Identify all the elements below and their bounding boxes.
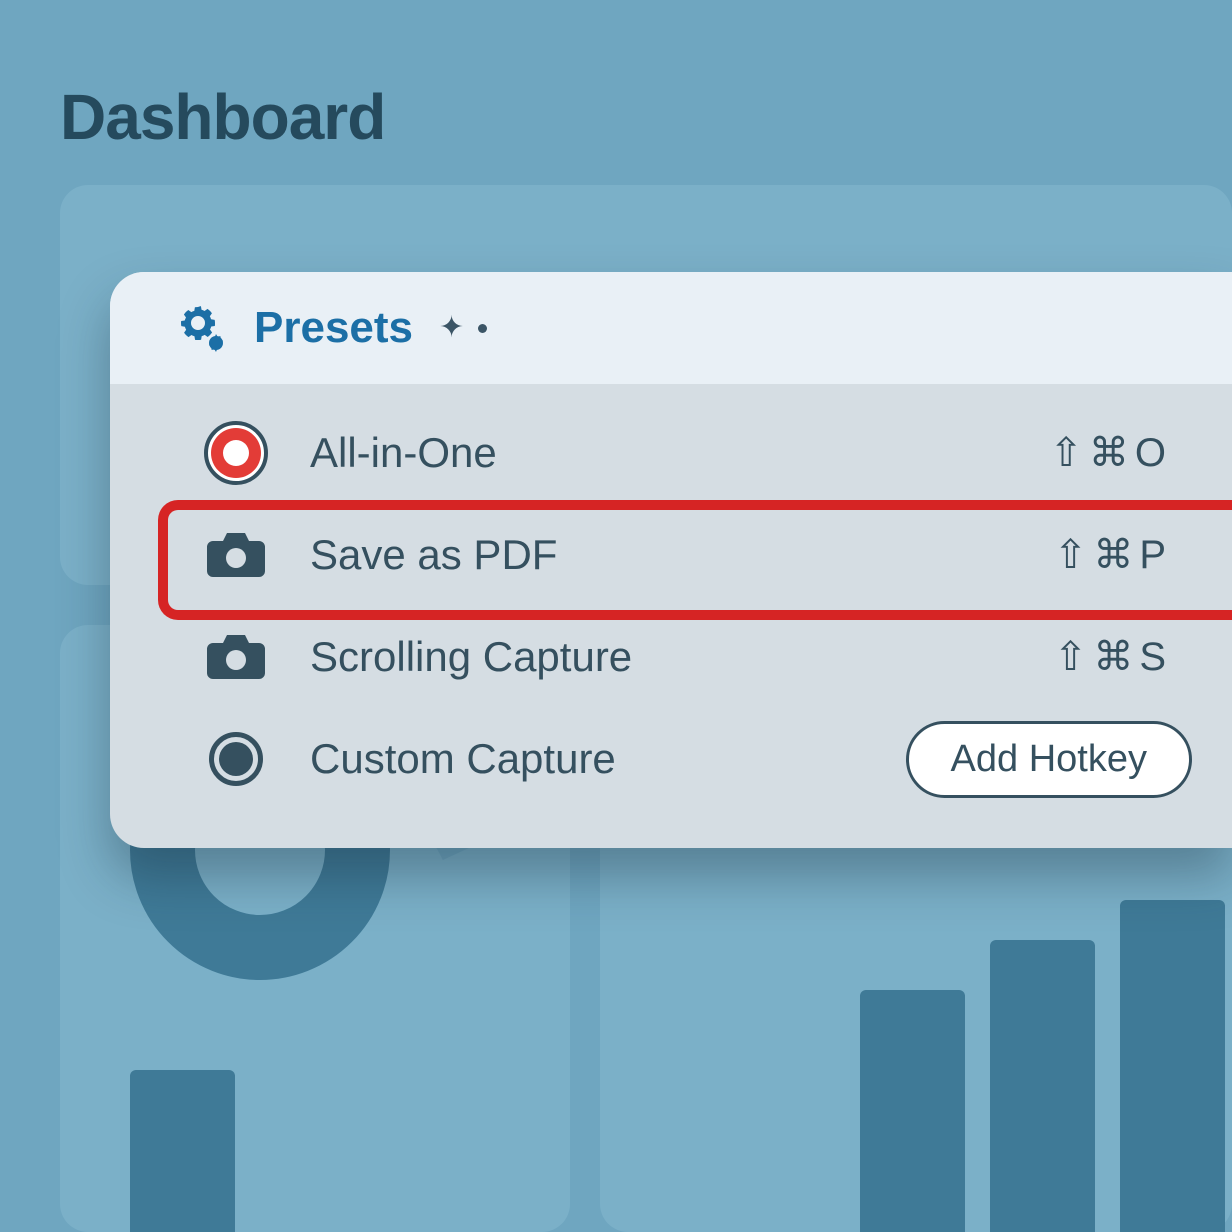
camera-icon bbox=[200, 519, 272, 591]
presets-list: All-in-One ⇧⌘O Save as PDF ⇧⌘P Scrol bbox=[110, 384, 1232, 848]
bar-chart-icon bbox=[130, 1070, 235, 1232]
preset-row-scrolling-capture[interactable]: Scrolling Capture ⇧⌘S bbox=[110, 606, 1232, 708]
camera-icon bbox=[200, 621, 272, 693]
bar-chart-icon bbox=[1120, 900, 1225, 1232]
gears-icon bbox=[178, 303, 228, 353]
preset-row-custom-capture[interactable]: Custom Capture Add Hotkey bbox=[110, 708, 1232, 810]
preset-row-save-as-pdf[interactable]: Save as PDF ⇧⌘P bbox=[110, 504, 1232, 606]
add-hotkey-button[interactable]: Add Hotkey bbox=[906, 721, 1192, 798]
presets-header-label: Presets bbox=[254, 303, 413, 353]
bar-chart-icon bbox=[860, 990, 965, 1232]
circle-filled-icon bbox=[200, 723, 272, 795]
sparkle-icon: ✦ bbox=[439, 313, 487, 343]
preset-row-all-in-one[interactable]: All-in-One ⇧⌘O bbox=[110, 402, 1232, 504]
record-icon bbox=[200, 417, 272, 489]
preset-label: Custom Capture bbox=[310, 735, 906, 783]
preset-label: All-in-One bbox=[310, 429, 972, 477]
page-title: Dashboard bbox=[60, 80, 385, 154]
preset-label: Scrolling Capture bbox=[310, 633, 972, 681]
preset-label: Save as PDF bbox=[310, 531, 972, 579]
presets-panel: Presets ✦ All-in-One ⇧⌘O Save as PDF ⇧⌘P bbox=[110, 272, 1232, 848]
presets-panel-header: Presets ✦ bbox=[110, 272, 1232, 384]
preset-hotkey: ⇧⌘P bbox=[972, 532, 1192, 578]
bar-chart-icon bbox=[990, 940, 1095, 1232]
preset-hotkey: ⇧⌘O bbox=[972, 430, 1192, 476]
preset-hotkey: ⇧⌘S bbox=[972, 634, 1192, 680]
